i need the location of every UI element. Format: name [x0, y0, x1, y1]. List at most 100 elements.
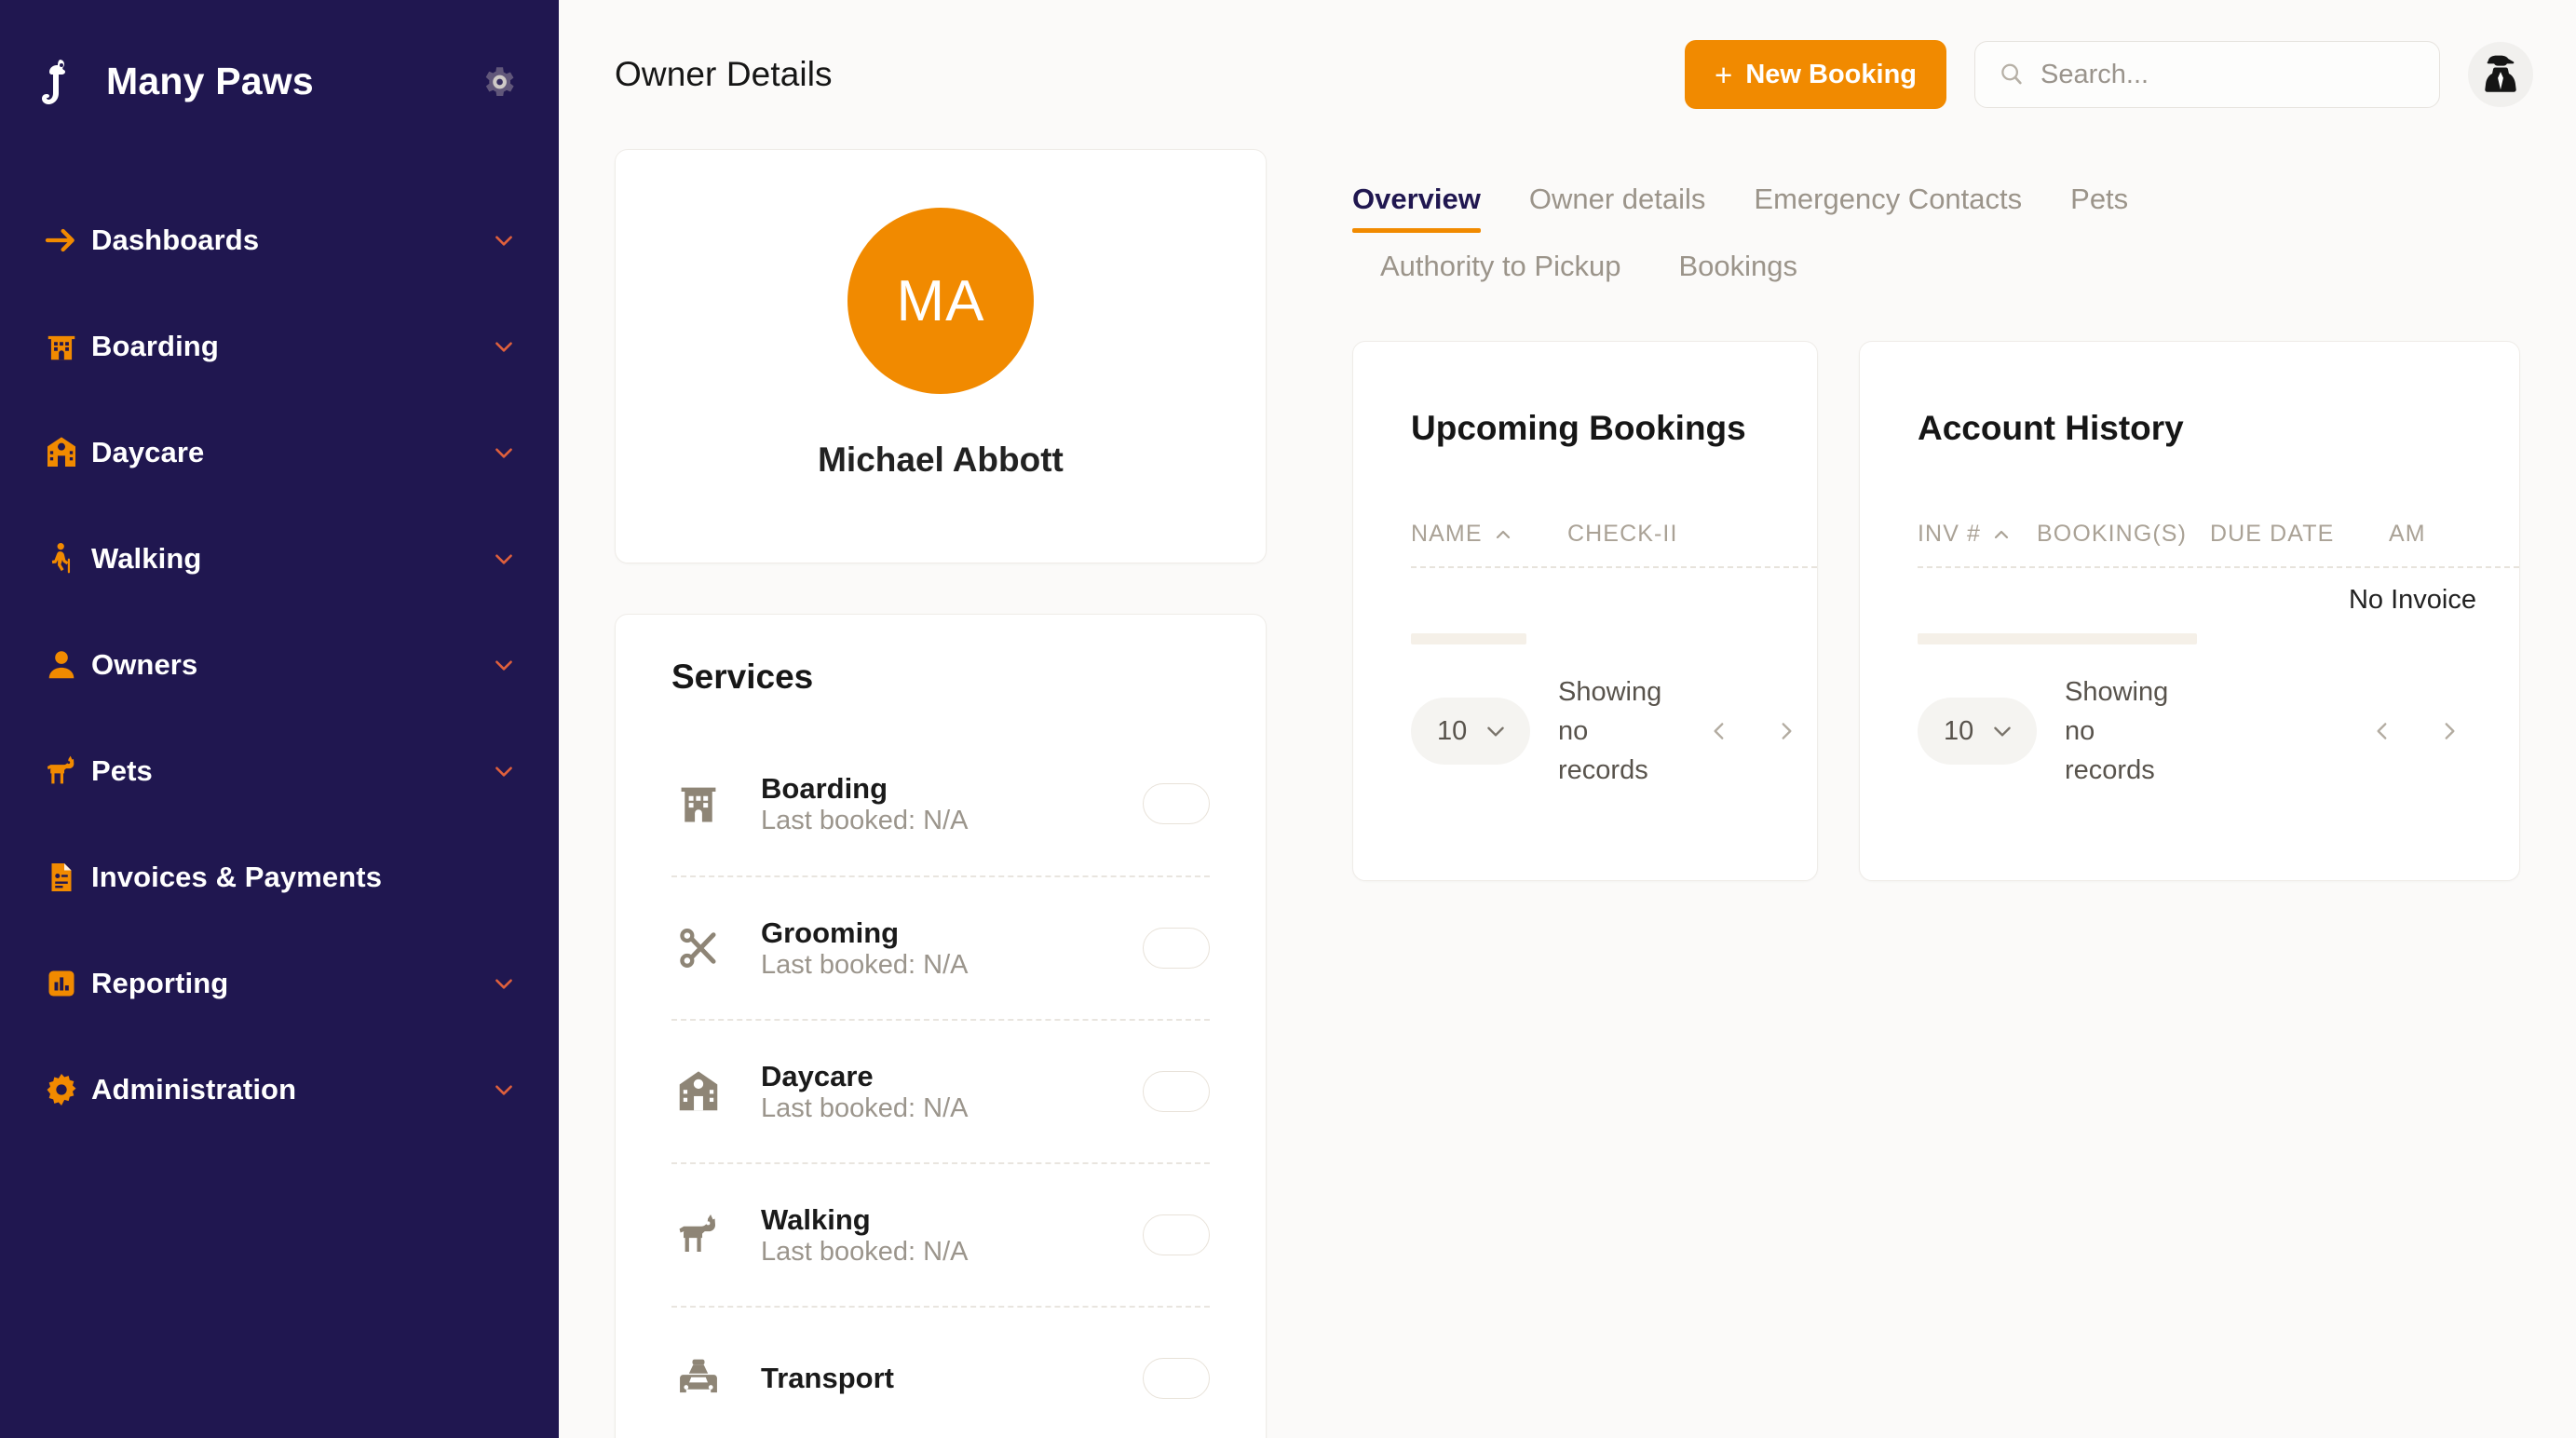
column-header-amount[interactable]: AM	[2389, 521, 2426, 548]
upcoming-bookings-title: Upcoming Bookings	[1411, 409, 1746, 447]
sidebar-item-label: Daycare	[91, 436, 205, 468]
prev-page-button[interactable]	[2370, 715, 2394, 747]
dog-icon	[41, 751, 82, 792]
sidebar-item-reporting[interactable]: Reporting	[0, 954, 559, 1013]
tab-pets[interactable]: Pets	[2070, 183, 2128, 233]
owner-profile-card: MA Michael Abbott	[615, 149, 1267, 563]
chevron-down-icon[interactable]	[492, 971, 516, 996]
sidebar-item-owners[interactable]: Owners	[0, 635, 559, 695]
brand-name: Many Paws	[106, 60, 314, 102]
column-header-inv[interactable]: INV #	[1918, 521, 2037, 548]
service-name: Boarding	[761, 771, 888, 805]
account-history-table: INV # BOOKING(S) DUE DATE AM No Invoice	[1860, 521, 2519, 644]
service-name: Transport	[761, 1362, 894, 1394]
scrollbar-thumb[interactable]	[1918, 633, 2197, 644]
table-header-row: INV # BOOKING(S) DUE DATE AM	[1918, 521, 2519, 548]
right-column: Overview Owner details Emergency Contact…	[1267, 149, 2576, 1438]
sidebar-item-walking[interactable]: Walking	[0, 529, 559, 589]
sidebar-item-daycare[interactable]: Daycare	[0, 423, 559, 482]
content-area: MA Michael Abbott Services Boarding Last…	[559, 149, 2576, 1438]
sidebar-item-pets[interactable]: Pets	[0, 741, 559, 801]
list-item[interactable]: Transport	[671, 1306, 1210, 1438]
table-header-row: NAME CHECK-II	[1411, 521, 1817, 548]
sort-asc-icon	[1990, 523, 2013, 546]
service-info: Daycare Last booked: N/A	[761, 1060, 1143, 1124]
pagination-buttons	[2370, 715, 2519, 747]
column-header-checkin[interactable]: CHECK-II	[1567, 521, 1678, 548]
dog-logo-icon	[41, 56, 84, 108]
upcoming-bookings-card: Upcoming Bookings NAME CHECK-II 10 Showi…	[1352, 341, 1818, 881]
services-title: Services	[671, 658, 814, 696]
tab-overview[interactable]: Overview	[1352, 183, 1481, 233]
list-item[interactable]: Grooming Last booked: N/A	[671, 875, 1210, 1019]
gear-icon	[41, 1069, 82, 1110]
service-toggle[interactable]	[1143, 1358, 1210, 1399]
sidebar-header: Many Paws	[0, 0, 559, 112]
invoice-document-icon	[41, 857, 82, 898]
service-name: Walking	[761, 1202, 871, 1236]
gear-icon[interactable]	[479, 62, 518, 102]
sidebar-item-boarding[interactable]: Boarding	[0, 317, 559, 376]
service-toggle[interactable]	[1143, 1214, 1210, 1255]
service-last-booked: Last booked: N/A	[761, 1092, 969, 1123]
service-last-booked: Last booked: N/A	[761, 949, 969, 980]
chevron-down-icon	[1990, 719, 2014, 743]
column-label: NAME	[1411, 521, 1483, 547]
plus-icon: +	[1715, 57, 1733, 92]
new-booking-button[interactable]: + New Booking	[1685, 40, 1946, 109]
records-status: Showing no records	[2065, 677, 2169, 786]
column-header-name[interactable]: NAME	[1411, 521, 1567, 548]
scrollbar-thumb[interactable]	[1411, 633, 1526, 644]
service-toggle[interactable]	[1143, 928, 1210, 969]
chevron-down-icon[interactable]	[492, 334, 516, 359]
search-input[interactable]: Search...	[1974, 41, 2440, 108]
list-item[interactable]: Walking Last booked: N/A	[671, 1162, 1210, 1306]
chevron-down-icon[interactable]	[492, 547, 516, 571]
chevron-down-icon[interactable]	[492, 441, 516, 465]
tab-row-primary: Overview Owner details Emergency Contact…	[1352, 183, 2539, 233]
sidebar-item-label: Owners	[91, 648, 198, 681]
sidebar-item-label: Boarding	[91, 330, 219, 362]
sidebar-item-label: Walking	[91, 542, 202, 575]
tab-bar: Overview Owner details Emergency Contact…	[1352, 149, 2539, 300]
tab-owner-details[interactable]: Owner details	[1529, 183, 1706, 233]
scissors-icon	[671, 921, 725, 975]
column-header-due-date[interactable]: DUE DATE	[2210, 521, 2389, 548]
page-size-select[interactable]: 10	[1411, 698, 1530, 766]
table-body-empty	[1411, 568, 1817, 622]
prev-page-button[interactable]	[1707, 715, 1731, 747]
column-header-bookings[interactable]: BOOKING(S)	[2037, 521, 2210, 548]
new-booking-label: New Booking	[1745, 59, 1917, 89]
sidebar-item-invoices-payments[interactable]: Invoices & Payments	[0, 848, 559, 907]
service-info: Walking Last booked: N/A	[761, 1203, 1143, 1268]
column-label: INV #	[1918, 521, 1982, 547]
horizontal-scrollbar[interactable]	[1918, 633, 2290, 644]
tab-authority-to-pickup[interactable]: Authority to Pickup	[1380, 250, 1620, 300]
service-toggle[interactable]	[1143, 1071, 1210, 1112]
chevron-down-icon[interactable]	[492, 759, 516, 783]
next-page-button[interactable]	[1774, 715, 1798, 747]
horizontal-scrollbar[interactable]	[1411, 633, 1646, 644]
topbar: Owner Details + New Booking Search...	[559, 0, 2576, 149]
sidebar-item-dashboards[interactable]: Dashboards	[0, 210, 559, 270]
service-toggle[interactable]	[1143, 783, 1210, 824]
chevron-down-icon[interactable]	[492, 653, 516, 677]
page-size-value: 10	[1944, 715, 1974, 746]
services-card: Services Boarding Last booked: N/A Groom…	[615, 614, 1267, 1438]
tab-emergency-contacts[interactable]: Emergency Contacts	[1754, 183, 2022, 233]
service-last-booked: Last booked: N/A	[761, 805, 969, 835]
dog-icon	[671, 1208, 725, 1262]
walking-person-icon	[41, 538, 82, 579]
column-label: CHECK-II	[1567, 521, 1678, 547]
column-label: DUE DATE	[2210, 521, 2335, 547]
detective-avatar-icon[interactable]	[2468, 42, 2533, 107]
list-item[interactable]: Boarding Last booked: N/A	[671, 732, 1210, 875]
list-item[interactable]: Daycare Last booked: N/A	[671, 1019, 1210, 1162]
chevron-down-icon[interactable]	[492, 1078, 516, 1102]
next-page-button[interactable]	[2437, 715, 2461, 747]
sidebar-item-administration[interactable]: Administration	[0, 1060, 559, 1119]
chevron-down-icon[interactable]	[492, 228, 516, 252]
account-history-card: Account History INV # BOOKING(S) DUE DAT…	[1859, 341, 2520, 881]
page-size-select[interactable]: 10	[1918, 698, 2037, 766]
tab-bookings[interactable]: Bookings	[1678, 250, 1797, 300]
